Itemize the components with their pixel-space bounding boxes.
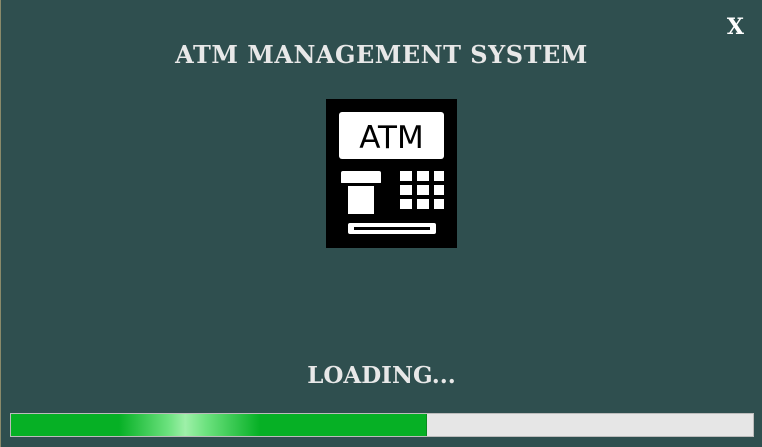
loading-label: LOADING... <box>307 362 456 389</box>
atm-machine-icon: ATM <box>326 99 457 248</box>
progress-fill <box>11 414 427 436</box>
atm-logo-text: ATM <box>359 120 423 156</box>
progress-bar <box>10 413 754 437</box>
splash-window: X ATM MANAGEMENT SYSTEM ATM LOADING... <box>0 0 762 447</box>
close-button[interactable]: X <box>727 12 744 42</box>
app-title: ATM MANAGEMENT SYSTEM <box>175 40 588 69</box>
